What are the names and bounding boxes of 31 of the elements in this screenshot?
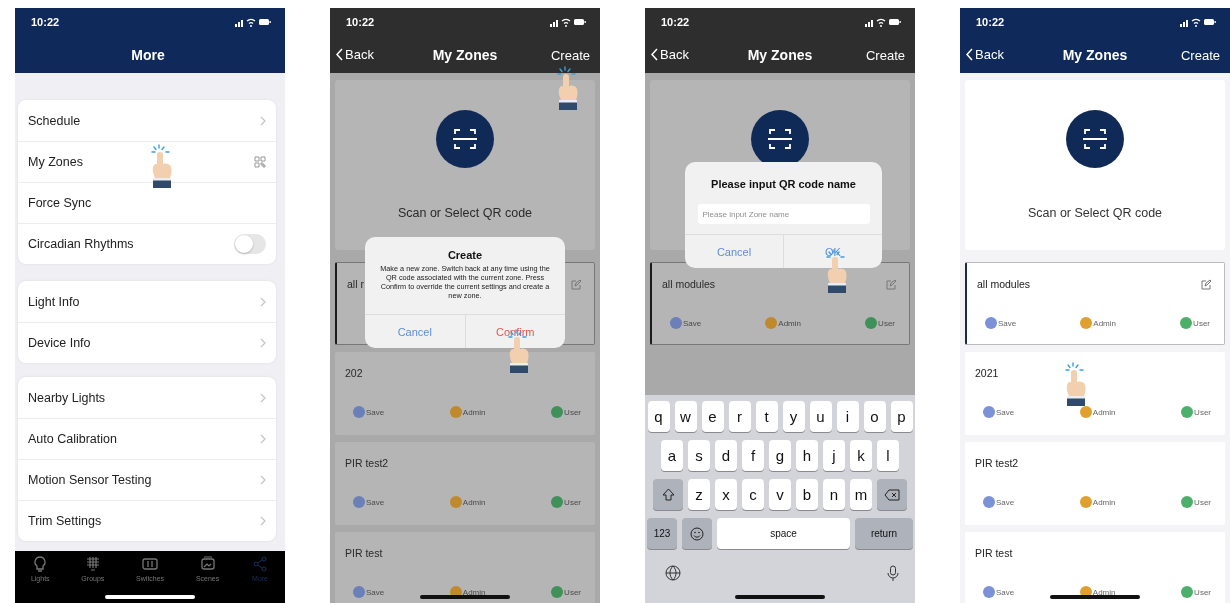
zone-name: all modules xyxy=(977,278,1031,290)
zone-name: PIR test xyxy=(975,547,1013,559)
menu-item-label: Device Info xyxy=(28,336,91,350)
screen-title: My Zones xyxy=(432,46,498,63)
menu-item-label: Motion Sensor Testing xyxy=(28,473,152,487)
zone-name: all r xyxy=(347,278,364,290)
screen-title: My Zones xyxy=(1062,46,1128,63)
menu-item-label: Nearby Lights xyxy=(28,390,106,405)
menu-item-label: Light Info xyxy=(28,294,80,309)
screen-title: More xyxy=(131,46,165,63)
menu-item-label: Circadian Rhythms xyxy=(28,237,134,251)
zone-name: 2021 xyxy=(975,367,999,379)
scan-label: Scan or Select QR code xyxy=(397,206,533,220)
menu-item-label: Trim Settings xyxy=(28,514,102,528)
status-time: 10:22 xyxy=(346,16,375,28)
status-time: 10:22 xyxy=(976,16,1005,28)
zone-name: PIR test2 xyxy=(345,457,389,469)
dialog-title: Create xyxy=(447,249,483,261)
menu-item-label: Schedule xyxy=(28,113,81,128)
zone-name: all modules xyxy=(662,278,716,290)
zone-name: PIR test2 xyxy=(975,457,1019,469)
menu-item-label: Auto Calibration xyxy=(28,432,117,446)
menu-item-label: Force Sync xyxy=(28,196,92,210)
menu-item-label: My Zones xyxy=(28,155,83,169)
status-time: 10:22 xyxy=(31,16,60,28)
status-time: 10:22 xyxy=(661,16,690,28)
dialog-title: Please input QR code name xyxy=(711,178,856,190)
zone-name: 202 xyxy=(345,367,363,379)
zone-name: PIR test xyxy=(345,547,383,559)
scan-label: Scan or Select QR code xyxy=(1027,206,1163,220)
screen-title: My Zones xyxy=(747,46,813,63)
